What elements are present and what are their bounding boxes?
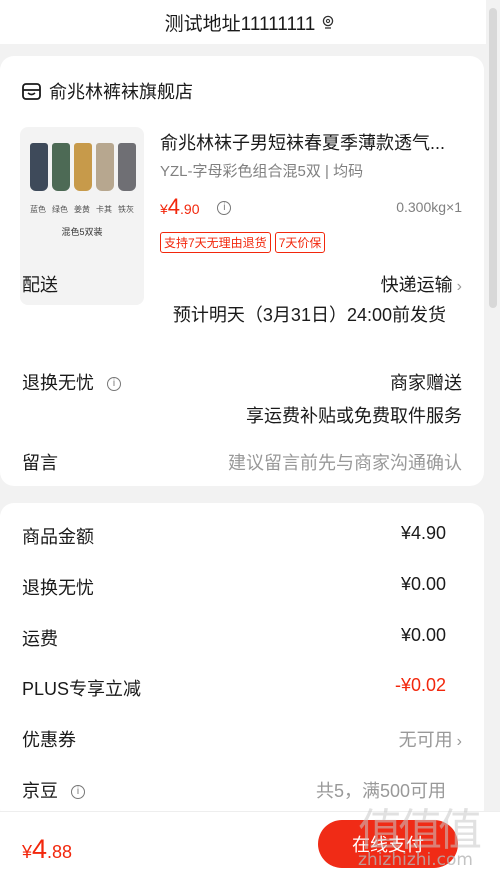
summary-value-goods: ¥4.90 (400, 523, 446, 543)
product-spec[interactable]: YZL-字母彩色组合混5双 | 均码 (160, 160, 363, 181)
sock-color-label: 铁灰 (118, 205, 134, 214)
summary-label-shipping: 运费 (22, 629, 58, 649)
price-symbol: ¥ (160, 201, 168, 217)
return-worry-detail: 享运费补贴或免费取件服务 (246, 406, 462, 426)
price-integer: 4 (167, 194, 181, 219)
sock-color-label: 蓝色 (30, 205, 46, 214)
scrollbar-thumb[interactable] (489, 8, 497, 308)
summary-label-plus: PLUS专享立减 (22, 679, 142, 699)
summary-label-coupon: 优惠券 (22, 730, 76, 750)
summary-value-shipping: ¥0.00 (400, 625, 446, 645)
shop-row[interactable]: 俞兆林裤袜旗舰店 (22, 78, 193, 104)
address-text: 测试地址11111111 (164, 13, 316, 35)
summary-value-plus: -¥0.02 (394, 675, 446, 695)
chevron-right-icon: › (456, 278, 462, 295)
total-price: ¥4.88 (22, 834, 72, 865)
sock-color-label: 姜黄 (74, 205, 90, 214)
tag-return-7days: 支持7天无理由退货 (160, 232, 271, 253)
delivery-method-text: 快递运输 (380, 275, 453, 295)
bottom-bar: ¥4.88 在线支付 (0, 811, 500, 879)
summary-label-return: 退换无忧 (22, 578, 94, 598)
message-input[interactable]: 建议留言前先与商家沟通确认 (228, 449, 462, 475)
price-summary-card: 商品金额 ¥4.90 退换无忧 ¥0.00 运费 ¥0.00 PLUS专享立减 … (0, 503, 484, 823)
total-symbol: ¥ (22, 842, 33, 862)
sock-swatch (52, 143, 70, 191)
sock-swatch (96, 143, 114, 191)
price-decimal: .90 (180, 201, 200, 217)
delivery-eta: 预计明天（3月31日）24:00前发货 (172, 305, 446, 325)
summary-label-jingdou: 京豆 i (22, 777, 86, 803)
chevron-right-icon: › (456, 733, 462, 750)
sock-color-label: 卡其 (96, 205, 112, 214)
delivery-label: 配送 (22, 275, 58, 295)
total-decimal: .88 (47, 842, 73, 862)
summary-value-jingdou: 共5，满500可用 (315, 781, 446, 801)
summary-label-goods: 商品金额 (22, 527, 94, 547)
pay-online-button[interactable]: 在线支付 (318, 820, 458, 868)
price-info-icon[interactable]: i (217, 201, 232, 216)
sock-swatch (74, 143, 92, 191)
service-tags: 支持7天无理由退货 7天价保 (160, 232, 326, 253)
product-weight-quantity: 0.300kg×1 (396, 199, 462, 215)
message-label: 留言 (22, 453, 58, 473)
summary-value-coupon: 无可用 (398, 730, 453, 750)
total-integer: 4 (32, 834, 48, 864)
jingdou-info-icon[interactable]: i (71, 785, 86, 800)
tag-price-protect: 7天价保 (274, 232, 326, 253)
order-card: 俞兆林裤袜旗舰店 混色5双装 蓝色 绿色 姜黄 卡其 铁灰 俞兆林袜子男短袜春夏季薄款透… (0, 56, 484, 486)
sock-swatch (118, 143, 136, 191)
location-pin-icon (323, 15, 334, 29)
return-worry-label[interactable]: 退换无忧 i (22, 369, 122, 395)
sock-swatch (30, 143, 48, 191)
summary-value-return: ¥0.00 (400, 574, 446, 594)
store-icon (22, 82, 41, 100)
sock-color-label: 绿色 (52, 205, 68, 214)
product-image-caption: 混色5双装 (61, 227, 103, 237)
return-info-icon[interactable]: i (107, 377, 122, 392)
return-worry-value: 商家赠送 (390, 373, 462, 393)
product-title[interactable]: 俞兆林袜子男短袜春夏季薄款透气... (160, 129, 460, 155)
address-bar[interactable]: 测试地址11111111 (0, 0, 500, 44)
jingdou-text: 京豆 (22, 781, 58, 801)
coupon-selector[interactable]: 无可用 › (399, 726, 462, 752)
return-worry-text: 退换无忧 (22, 373, 94, 393)
shop-name: 俞兆林裤袜旗舰店 (49, 82, 193, 102)
scrollbar[interactable] (486, 0, 500, 879)
product-price: ¥4.90 i (160, 194, 232, 220)
delivery-method[interactable]: 快递运输 › (381, 271, 462, 297)
